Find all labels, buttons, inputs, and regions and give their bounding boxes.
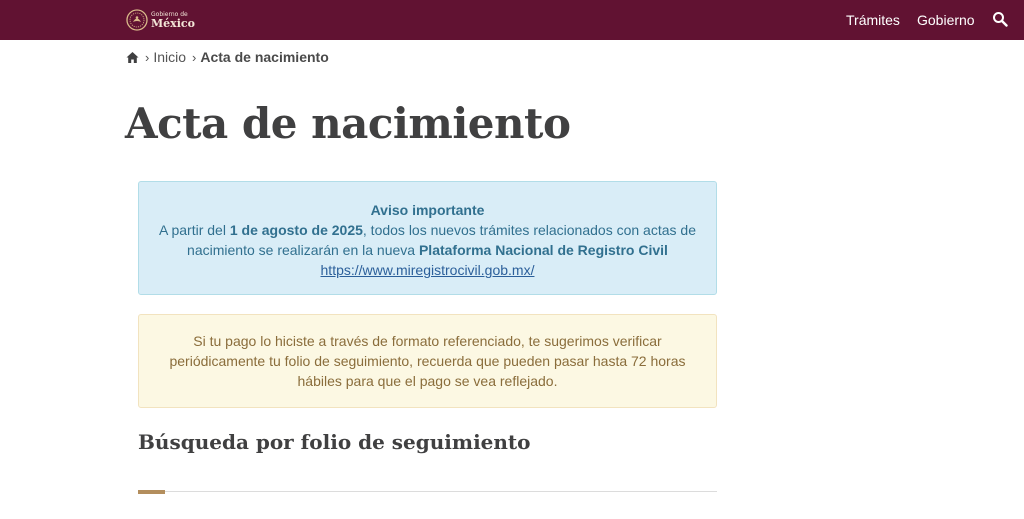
breadcrumb-item-inicio[interactable]: Inicio bbox=[153, 49, 186, 65]
breadcrumb-separator-icon: › bbox=[145, 49, 150, 65]
payment-warning-alert: Si tu pago lo hiciste a través de format… bbox=[138, 314, 717, 408]
notice-title: Aviso importante bbox=[370, 202, 485, 218]
notice-platform-name: Plataforma Nacional de Registro Civil bbox=[418, 242, 668, 258]
notice-date: 1 de agosto de 2025 bbox=[229, 222, 363, 238]
warning-text: Si tu pago lo hiciste a través de format… bbox=[169, 333, 686, 389]
logo-text: Gobierno de México bbox=[151, 11, 195, 30]
page-title: Acta de nacimiento bbox=[125, 99, 571, 148]
breadcrumb-separator-icon: › bbox=[192, 49, 197, 65]
coat-of-arms-icon bbox=[126, 9, 148, 31]
section-divider bbox=[138, 491, 717, 492]
notice-text-before: A partir del bbox=[159, 222, 230, 238]
search-icon[interactable] bbox=[992, 11, 1008, 27]
logo-line-2: México bbox=[151, 16, 195, 30]
gobierno-de-mexico-logo[interactable]: Gobierno de México bbox=[126, 5, 195, 35]
home-icon[interactable] bbox=[126, 51, 139, 64]
section-title: Búsqueda por folio de seguimiento bbox=[138, 430, 531, 454]
nav-link-tramites[interactable]: Trámites bbox=[846, 0, 900, 40]
registro-civil-link[interactable]: https://www.miregistrocivil.gob.mx/ bbox=[321, 262, 535, 278]
nav-link-gobierno[interactable]: Gobierno bbox=[917, 0, 975, 40]
section-divider-accent bbox=[138, 490, 165, 494]
top-navbar: Gobierno de México Trámites Gobierno bbox=[0, 0, 1024, 40]
breadcrumb-item-current: Acta de nacimiento bbox=[200, 49, 329, 65]
breadcrumb: › Inicio › Acta de nacimiento bbox=[126, 48, 329, 66]
important-notice-alert: Aviso importante A partir del 1 de agost… bbox=[138, 181, 717, 295]
